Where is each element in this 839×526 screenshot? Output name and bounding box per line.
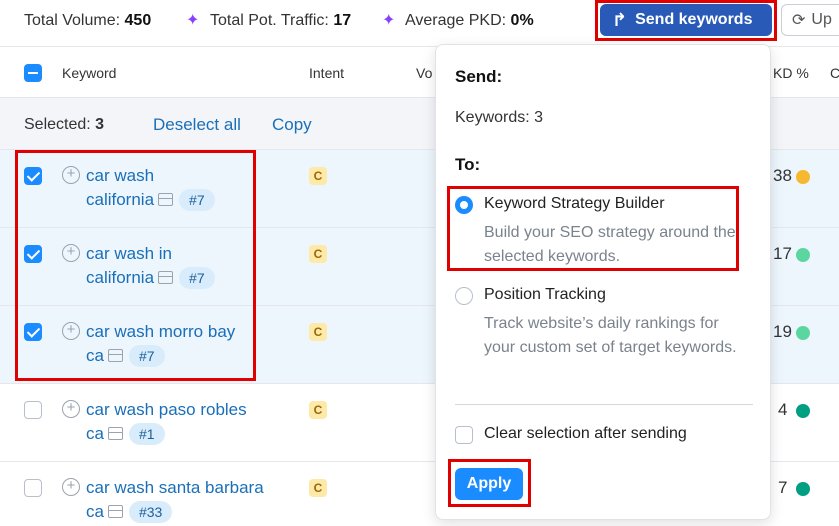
sparkle-icon: ✦ [186,12,200,29]
kd-indicator-dot [796,248,810,262]
kd-value: 19 [773,322,792,341]
keyword-text[interactable]: ca [86,424,104,443]
send-keywords-label: Send keywords [635,11,753,28]
total-volume-label: Total Volume: [24,12,121,29]
kd-value: 7 [778,478,788,497]
keyword-text[interactable]: car wash morro bay [86,322,235,341]
total-traffic-stat: Total Pot. Traffic: 17 [210,12,351,30]
deselect-all-link[interactable]: Deselect all [153,115,241,135]
send-keywords-button[interactable]: ↱ Send keywords [600,4,772,36]
serp-features-icon[interactable] [158,270,174,284]
select-all-checkbox[interactable] [24,64,42,82]
keyword-cell[interactable]: car wash california #7 [86,164,286,212]
keyword-cell[interactable]: car wash morro bay ca #7 [86,320,286,368]
row-checkbox[interactable] [24,401,42,419]
kd-indicator-dot [796,404,810,418]
kd-indicator-dot [796,482,810,496]
radio-keyword-strategy-builder[interactable] [455,196,473,214]
position-badge: #33 [128,501,173,523]
row-checkbox[interactable] [24,167,42,185]
average-pkd-stat: Average PKD: 0% [405,12,534,30]
row-checkbox[interactable] [24,245,42,263]
top-stats-bar: Total Volume: 450 ✦ Total Pot. Traffic: … [0,0,839,46]
to-heading: To: [455,155,481,174]
keyword-text[interactable]: car wash paso robles [86,400,247,419]
intent-badge: C [309,167,327,185]
keyword-cell[interactable]: car wash in california #7 [86,242,286,290]
keyword-text[interactable]: car wash santa barbara [86,478,264,497]
keyword-text[interactable]: ca [86,502,104,521]
add-plus-icon[interactable]: + [62,322,80,340]
keyword-text[interactable]: california [86,268,154,287]
sparkle-icon: ✦ [382,12,396,29]
option-description: Build your SEO strategy around the selec… [484,224,736,265]
row-checkbox[interactable] [24,479,42,497]
update-button[interactable]: ⟳ Up [781,4,839,36]
position-badge: #7 [179,267,215,289]
serp-features-icon[interactable] [107,426,123,440]
kd-value: 38 [773,166,792,185]
update-label: Up [811,11,832,28]
serp-features-icon[interactable] [158,192,174,206]
clear-selection-checkbox[interactable] [455,426,473,444]
keyword-text[interactable]: car wash [86,166,154,185]
average-pkd-label: Average PKD: [405,12,507,29]
row-checkbox[interactable] [24,323,42,341]
kd-indicator-dot [796,326,810,340]
keyword-text[interactable]: california [86,190,154,209]
column-volume[interactable]: Vo [416,65,432,81]
total-traffic-value: 17 [333,12,352,29]
total-volume-value: 450 [124,12,152,29]
intent-badge: C [309,245,327,263]
keyword-cell[interactable]: car wash santa barbara ca #33 [86,476,286,524]
total-traffic-label: Total Pot. Traffic: [210,12,329,29]
clear-selection-label[interactable]: Clear selection after sending [484,425,687,443]
keyword-text[interactable]: car wash in [86,244,172,263]
column-intent[interactable]: Intent [309,65,344,81]
add-plus-icon[interactable]: + [62,166,80,184]
total-volume-stat: Total Volume: 450 [24,12,151,30]
average-pkd-value: 0% [510,12,534,29]
keywords-count: Keywords: 3 [455,109,544,126]
column-keyword[interactable]: Keyword [62,65,116,81]
kd-indicator-dot [796,170,810,184]
intent-badge: C [309,401,327,419]
serp-features-icon[interactable] [107,348,123,362]
add-plus-icon[interactable]: + [62,400,80,418]
intent-badge: C [309,323,327,341]
keyword-text[interactable]: ca [86,346,104,365]
copy-link[interactable]: Copy [272,115,312,135]
radio-position-tracking[interactable] [455,287,473,305]
add-plus-icon[interactable]: + [62,244,80,262]
apply-button[interactable]: Apply [455,468,523,500]
position-badge: #1 [128,423,165,445]
refresh-icon: ⟳ [792,12,806,29]
option-label-position-tracking[interactable]: Position Tracking [484,286,606,304]
divider [455,404,753,405]
option-label-keyword-strategy-builder[interactable]: Keyword Strategy Builder [484,195,665,213]
option-description: Track website’s daily rankings for your … [484,315,737,356]
selected-count: Selected: 3 [24,116,104,134]
kd-value: 17 [773,244,792,263]
selected-label: Selected: [24,116,91,133]
keyword-cell[interactable]: car wash paso robles ca #1 [86,398,286,446]
kd-value: 4 [778,400,788,419]
send-heading: Send: [455,67,503,86]
column-kd[interactable]: KD % [773,65,809,81]
add-plus-icon[interactable]: + [62,478,80,496]
intent-badge: C [309,479,327,497]
share-arrow-icon: ↱ [612,10,628,30]
position-badge: #7 [128,345,165,367]
column-extra[interactable]: C [830,65,839,81]
selected-number: 3 [95,116,105,133]
position-badge: #7 [179,189,215,211]
serp-features-icon[interactable] [107,504,123,518]
send-keywords-popup: Send: Keywords: 3 To: Keyword Strategy B… [435,44,771,520]
